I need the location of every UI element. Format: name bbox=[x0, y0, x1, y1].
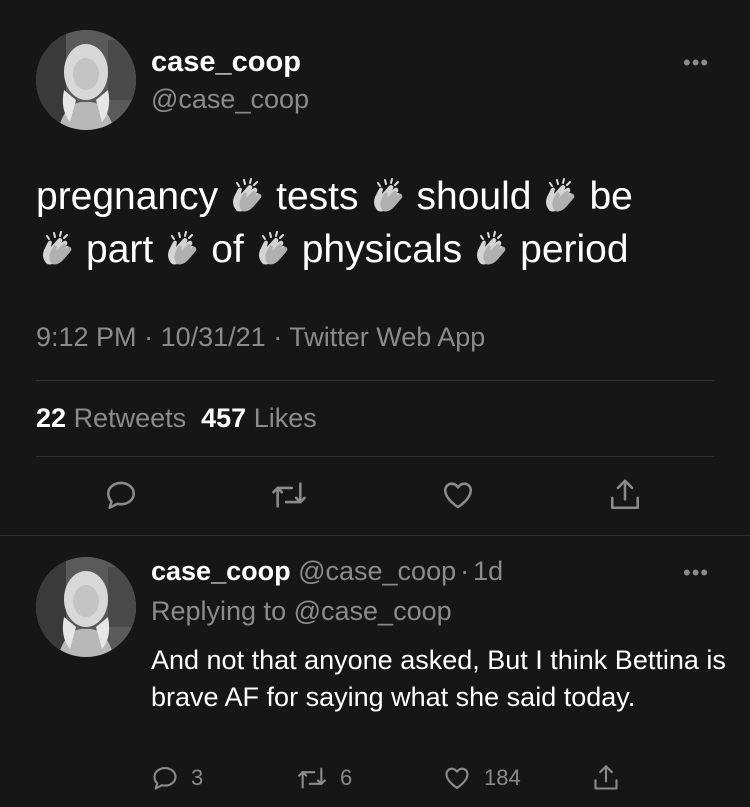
tweet-word: part bbox=[86, 228, 154, 271]
section-divider bbox=[0, 535, 750, 536]
reply-count: 3 bbox=[191, 765, 204, 790]
share-upload-icon bbox=[610, 479, 640, 510]
tweet-text: pregnancy tests should be part of physicals per… bbox=[36, 170, 726, 276]
heart-icon bbox=[443, 482, 473, 509]
reply-share-button[interactable] bbox=[592, 762, 620, 794]
replying-to-mention[interactable]: @case_coop bbox=[294, 596, 452, 626]
tweet-time[interactable]: 9:12 PM bbox=[36, 322, 137, 352]
retweet-count: 22 bbox=[36, 403, 67, 433]
avatar[interactable] bbox=[36, 30, 136, 130]
reply-avatar[interactable] bbox=[36, 557, 136, 657]
reply-button[interactable] bbox=[104, 478, 138, 512]
clapping-hands-icon bbox=[226, 177, 266, 217]
like-count: 457 bbox=[201, 403, 247, 433]
clapping-hands-icon bbox=[539, 177, 579, 217]
like-button[interactable] bbox=[440, 478, 476, 512]
tweet-word: should bbox=[416, 175, 532, 218]
like-stat[interactable]: 457 Likes bbox=[201, 403, 317, 433]
display-name[interactable]: case_coop bbox=[151, 46, 301, 79]
speech-bubble-icon bbox=[153, 767, 177, 790]
reply-retweet-count: 6 bbox=[340, 765, 353, 790]
divider bbox=[36, 456, 714, 457]
like-label: Likes bbox=[253, 403, 317, 433]
reply-retweet-button[interactable]: 6 bbox=[296, 764, 352, 792]
tweet-word: tests bbox=[276, 175, 359, 218]
replying-to: Replying to @case_coop bbox=[151, 596, 452, 627]
share-button[interactable] bbox=[608, 476, 642, 514]
reply-text: And not that anyone asked, But I think B… bbox=[151, 645, 726, 712]
separator-dot: · bbox=[460, 556, 470, 586]
heart-icon bbox=[445, 767, 469, 789]
clapping-hands-icon bbox=[161, 230, 201, 270]
separator-dot: · bbox=[273, 322, 283, 352]
reply-handle[interactable]: @case_coop bbox=[298, 556, 456, 586]
engagement-stats: 22 Retweets 457 Likes bbox=[36, 403, 317, 434]
tweet-date[interactable]: 10/31/21 bbox=[161, 322, 266, 352]
more-options-icon[interactable]: ••• bbox=[683, 52, 709, 74]
divider bbox=[36, 380, 714, 381]
tweet-timestamp: 9:12 PM · 10/31/21 · Twitter Web App bbox=[36, 322, 485, 353]
reply-reply-button[interactable]: 3 bbox=[151, 764, 203, 792]
retweet-arrows-icon bbox=[272, 482, 306, 508]
tweet-word: be bbox=[589, 175, 633, 218]
reply-like-button[interactable]: 184 bbox=[442, 764, 521, 792]
separator-dot: · bbox=[144, 322, 154, 352]
reply-like-count: 184 bbox=[484, 765, 521, 790]
tweet-word: pregnancy bbox=[36, 175, 219, 218]
retweet-stat[interactable]: 22 Retweets bbox=[36, 403, 186, 433]
retweet-button[interactable] bbox=[270, 478, 308, 512]
reply-more-options-icon[interactable]: ••• bbox=[683, 562, 709, 584]
reply-age[interactable]: 1d bbox=[473, 556, 503, 586]
tweet-source[interactable]: Twitter Web App bbox=[289, 322, 485, 352]
reply-display-name[interactable]: case_coop bbox=[151, 556, 291, 586]
replying-prefix: Replying to bbox=[151, 596, 287, 626]
clapping-hands-icon bbox=[470, 230, 510, 270]
reply-header: case_coop @case_coop · 1d bbox=[151, 556, 503, 587]
user-handle[interactable]: @case_coop bbox=[151, 84, 309, 115]
retweet-label: Retweets bbox=[73, 403, 187, 433]
clapping-hands-icon bbox=[367, 177, 407, 217]
tweet-word: period bbox=[520, 228, 629, 271]
retweet-arrows-icon bbox=[298, 767, 326, 789]
share-upload-icon bbox=[594, 765, 618, 790]
tweet-word: physicals bbox=[301, 228, 463, 271]
clapping-hands-icon bbox=[36, 230, 76, 270]
clapping-hands-icon bbox=[252, 230, 292, 270]
speech-bubble-icon bbox=[106, 481, 136, 510]
tweet-word: of bbox=[211, 228, 244, 271]
